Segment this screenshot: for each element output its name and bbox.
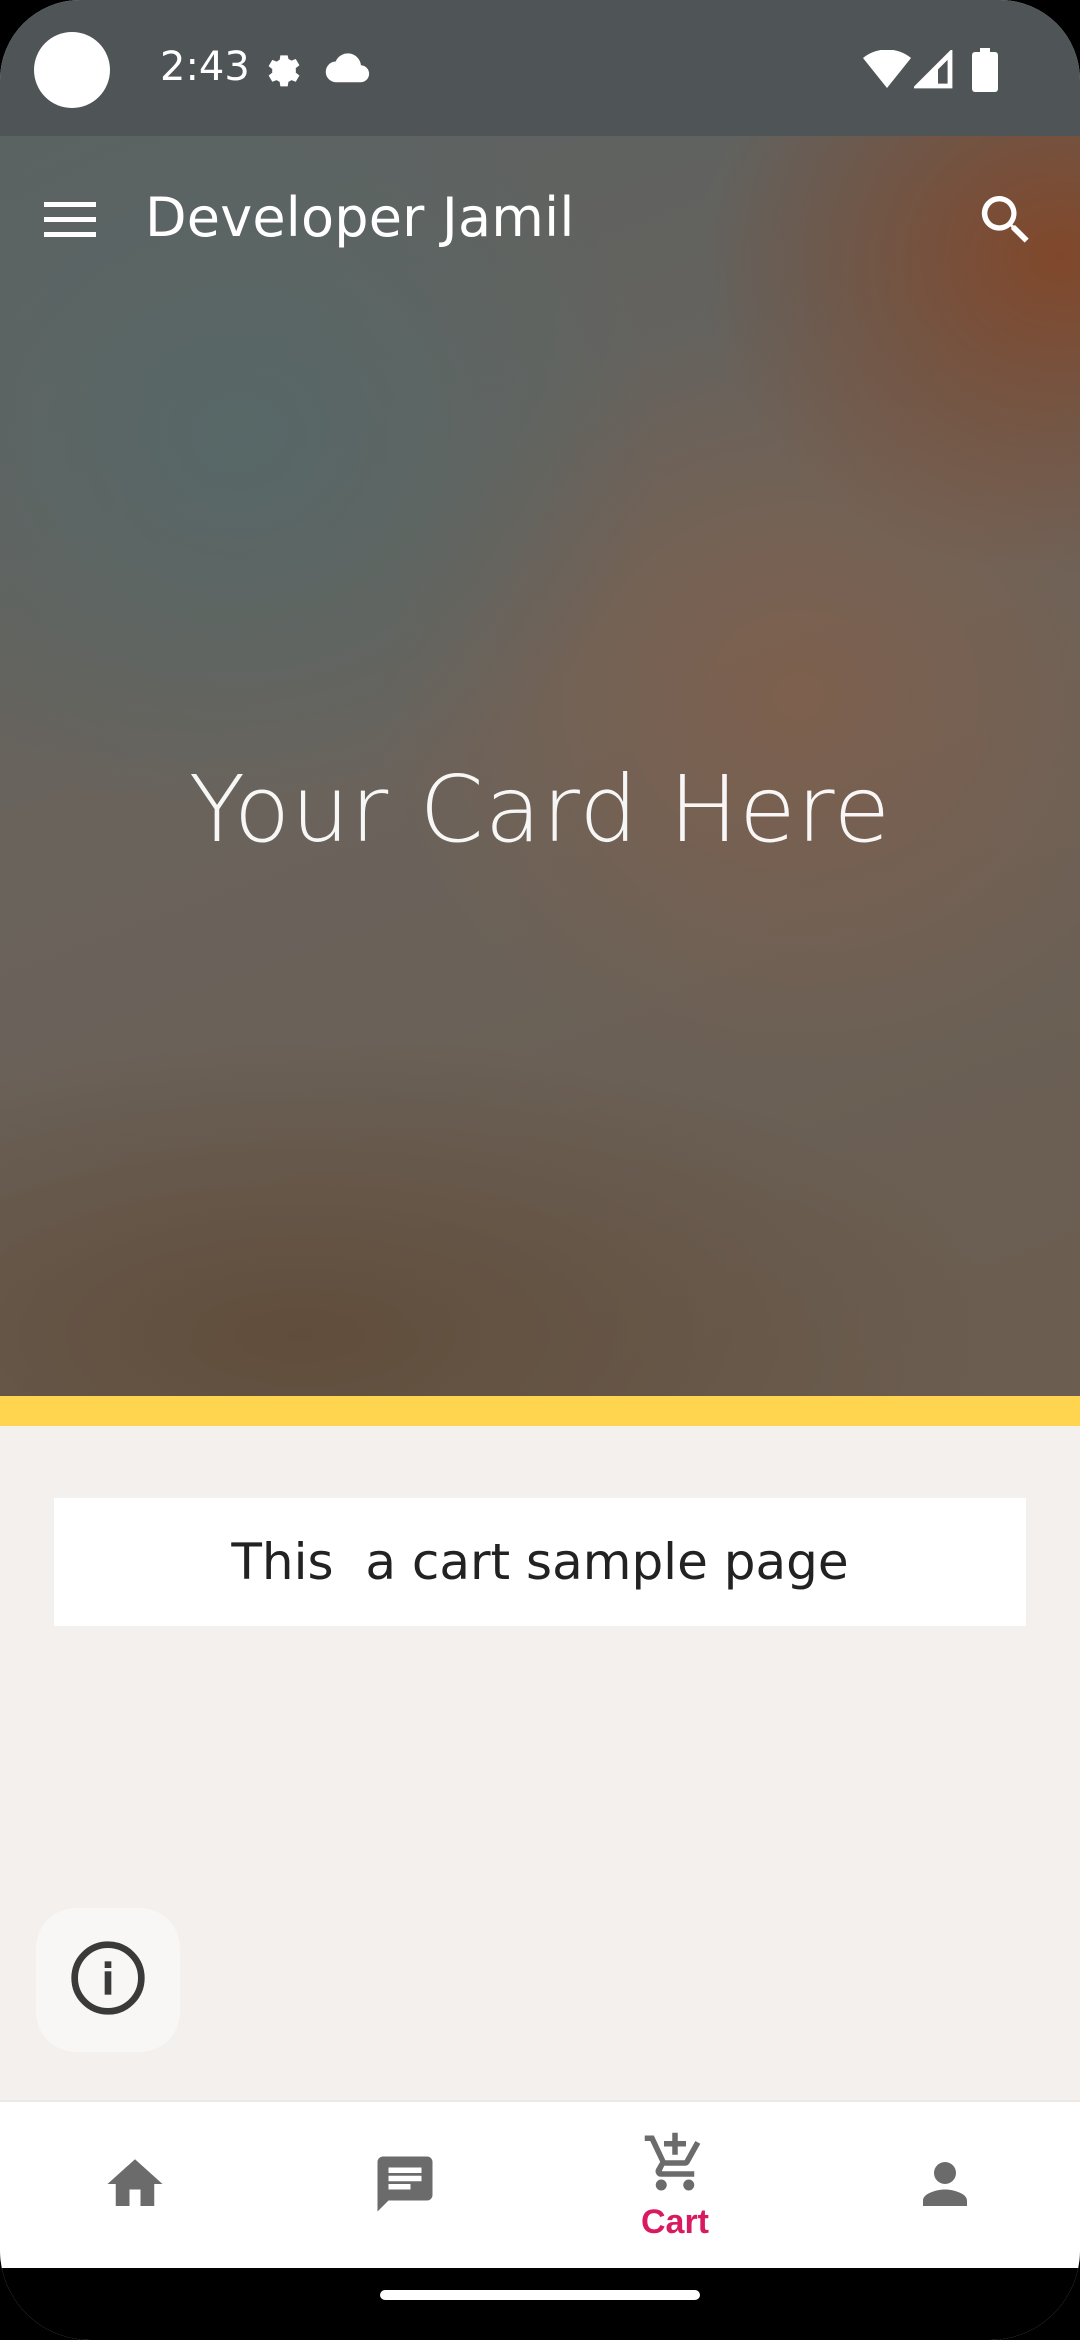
nav-item-cart[interactable]: Cart bbox=[540, 2102, 810, 2270]
home-gesture-handle[interactable] bbox=[380, 2290, 700, 2300]
top-app-bar: Developer Jamil bbox=[0, 136, 1080, 304]
chat-icon bbox=[372, 2151, 438, 2222]
nav-item-home[interactable] bbox=[0, 2102, 270, 2270]
nav-item-messages[interactable] bbox=[270, 2102, 540, 2270]
cloud-icon bbox=[324, 52, 370, 91]
nav-item-profile[interactable] bbox=[810, 2102, 1080, 2270]
app-title: Developer Jamil bbox=[145, 186, 575, 249]
hamburger-menu-icon[interactable] bbox=[40, 200, 100, 245]
nav-label-cart: Cart bbox=[640, 2203, 710, 2241]
accent-strip bbox=[0, 1396, 1080, 1426]
hero-card-text: Your Card Here bbox=[188, 756, 892, 863]
battery-icon bbox=[972, 48, 998, 97]
content-area: This a cart sample page bbox=[0, 1426, 1080, 2100]
gesture-navigation-bar bbox=[0, 2268, 1080, 2340]
wifi-icon bbox=[862, 49, 912, 95]
bottom-navigation: Cart bbox=[0, 2100, 1080, 2270]
person-icon bbox=[912, 2151, 978, 2222]
search-icon[interactable] bbox=[974, 188, 1038, 257]
status-time: 2:43 bbox=[160, 44, 250, 90]
add-to-cart-icon bbox=[642, 2130, 708, 2201]
status-bar: 2:43 bbox=[0, 0, 1080, 136]
signal-icon bbox=[912, 48, 954, 95]
settings-gear-icon bbox=[258, 48, 302, 97]
info-icon bbox=[68, 1938, 148, 2023]
info-card: This a cart sample page bbox=[54, 1498, 1026, 1626]
phone-screen: 2:43 Developer Jamil Your Card Here This… bbox=[0, 0, 1080, 2340]
home-icon bbox=[102, 2151, 168, 2222]
front-camera bbox=[34, 32, 110, 108]
card-text: This a cart sample page bbox=[231, 1533, 849, 1591]
info-button[interactable] bbox=[36, 1908, 180, 2052]
